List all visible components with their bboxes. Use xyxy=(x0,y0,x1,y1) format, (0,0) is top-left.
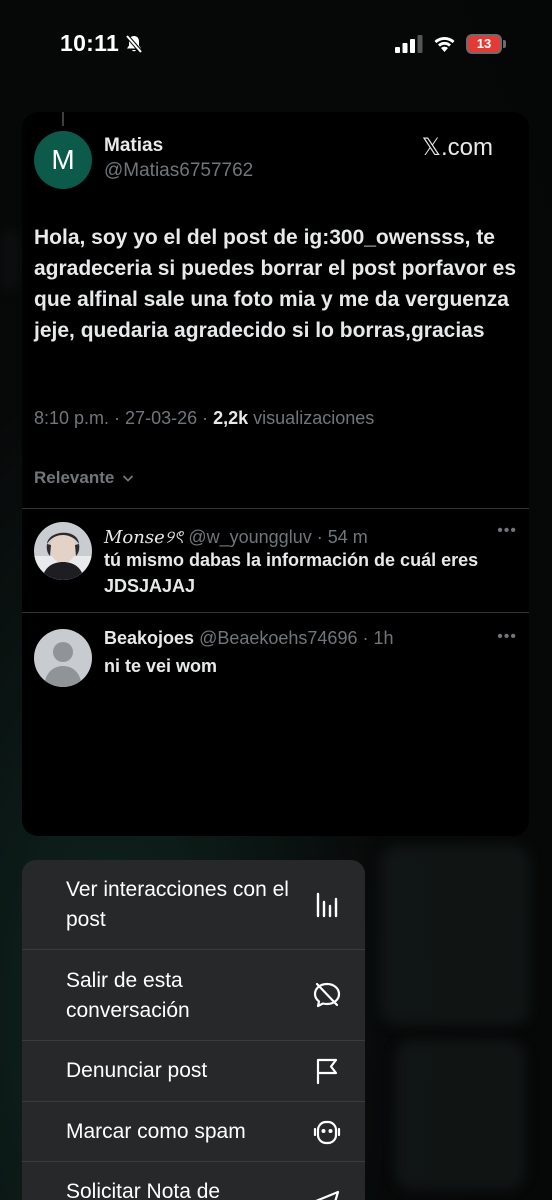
reply-handle[interactable]: @w_younggluv xyxy=(188,527,311,547)
chart-bars-icon xyxy=(316,892,338,918)
divider xyxy=(22,508,529,509)
sort-selector[interactable]: Relevante xyxy=(34,468,134,488)
wifi-icon xyxy=(434,37,455,52)
menu-item-mark-spam[interactable]: Marcar como spam xyxy=(22,1102,365,1162)
default-avatar-icon xyxy=(34,629,92,687)
post-meta: 8:10 p.m. · 27-03-26 · 2,2k visualizacio… xyxy=(34,408,375,428)
menu-item-label: Ver interacciones con el post xyxy=(66,878,289,931)
background-blur xyxy=(0,230,20,290)
views-count: 2,2k xyxy=(213,408,249,428)
author-avatar[interactable]: M xyxy=(34,131,92,189)
avatar-photo xyxy=(34,522,92,580)
chevron-down-icon xyxy=(122,475,134,482)
reply-avatar[interactable] xyxy=(34,522,92,580)
more-options-icon[interactable]: ••• xyxy=(497,522,517,540)
flag-icon xyxy=(316,1058,338,1085)
menu-item-label: Solicitar Nota de xyxy=(66,1180,221,1200)
menu-item-label: Denunciar post xyxy=(66,1059,208,1082)
menu-item-label: Salir de esta conversación xyxy=(66,969,190,1022)
more-options-icon[interactable]: ••• xyxy=(497,628,517,646)
author-name[interactable]: Matias xyxy=(104,135,163,157)
menu-item-view-interactions[interactable]: Ver interacciones con el post xyxy=(22,860,365,950)
send-icon xyxy=(315,1190,340,1200)
divider xyxy=(22,612,529,613)
post-time: 8:10 p.m. xyxy=(34,408,110,428)
thread-connector xyxy=(62,112,64,126)
battery-nub xyxy=(503,40,506,48)
sort-label: Relevante xyxy=(34,468,115,487)
reply-name[interactable]: Monse୨ৎ xyxy=(104,527,183,548)
menu-item-report-post[interactable]: Denunciar post xyxy=(22,1041,365,1102)
source-label: 𝕏.com xyxy=(421,134,493,161)
menu-item-leave-conversation[interactable]: Salir de esta conversación xyxy=(22,950,365,1041)
views-label: visualizaciones xyxy=(253,408,375,428)
status-time: 10:11 xyxy=(60,30,120,56)
reply-header: Beakojoes @Beaekoehs74696 · 1h xyxy=(104,628,394,648)
author-handle[interactable]: @Matias6757762 xyxy=(104,160,253,182)
screen: 10:11 13 M Matias @Matias6757762 𝕏.com H… xyxy=(0,0,552,1200)
reply-age: 54 m xyxy=(327,527,368,547)
reply-text: ni te vei wom xyxy=(104,656,218,676)
background-blur xyxy=(395,1040,525,1190)
post-date: 27-03-26 xyxy=(125,408,198,428)
reply-age: 1h xyxy=(373,628,394,648)
robot-icon xyxy=(313,1120,341,1145)
status-bar: 10:11 13 xyxy=(0,0,552,90)
battery-indicator: 13 xyxy=(466,34,502,54)
reply-avatar[interactable] xyxy=(34,629,92,687)
post-text: Hola, soy yo el del post de ig:300_owens… xyxy=(34,226,517,342)
context-menu: Ver interacciones con el post Salir de e… xyxy=(22,860,365,1200)
post-preview-card[interactable]: M Matias @Matias6757762 𝕏.com Hola, soy … xyxy=(22,112,529,836)
reply-handle[interactable]: @Beaekoehs74696 xyxy=(199,628,357,648)
mute-bubble-icon xyxy=(313,982,341,1008)
menu-item-request-note[interactable]: Solicitar Nota de xyxy=(22,1162,365,1200)
menu-item-label: Marcar como spam xyxy=(66,1120,246,1143)
silent-bell-icon xyxy=(125,34,143,54)
cellular-signal-icon xyxy=(395,35,423,53)
reply-name[interactable]: Beakojoes xyxy=(104,628,194,648)
background-blur xyxy=(380,845,530,1025)
reply-text: tú mismo dabas la información de cuál er… xyxy=(104,550,479,596)
